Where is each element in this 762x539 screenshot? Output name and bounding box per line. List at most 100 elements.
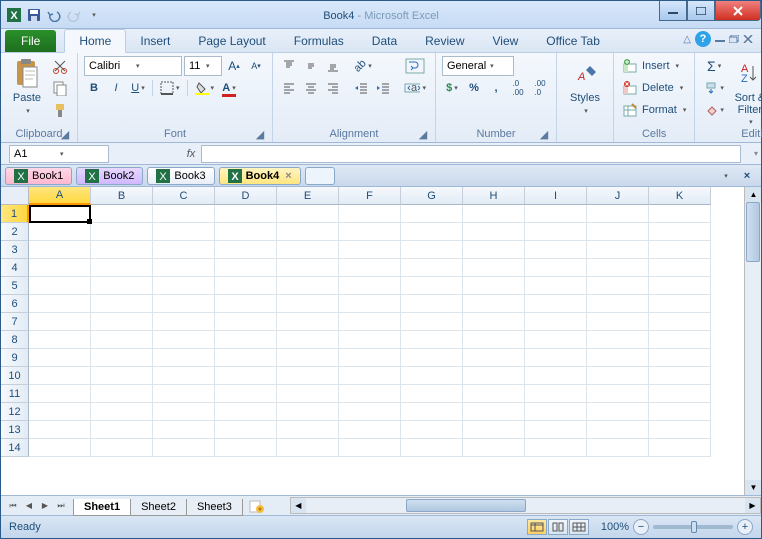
align-middle-button[interactable] [301,56,321,76]
cell[interactable] [91,205,153,223]
cell[interactable] [153,223,215,241]
cell[interactable] [29,349,91,367]
cell[interactable] [339,241,401,259]
cell[interactable] [91,367,153,385]
cell[interactable] [29,385,91,403]
row-header[interactable]: 11 [1,385,29,403]
cell[interactable] [277,385,339,403]
styles-button[interactable]: A Styles▾ [563,56,607,116]
workbook-tab-book3[interactable]: XBook3 [147,167,214,185]
cell[interactable] [153,385,215,403]
cell[interactable] [215,349,277,367]
cell[interactable] [463,223,525,241]
workbook-tab-book2[interactable]: XBook2 [76,167,143,185]
cell[interactable] [153,367,215,385]
cell[interactable] [525,295,587,313]
cell[interactable] [525,259,587,277]
percent-button[interactable]: % [464,78,484,98]
cell[interactable] [339,439,401,457]
cell[interactable] [277,349,339,367]
cell[interactable] [649,295,711,313]
zoom-slider[interactable] [653,525,733,529]
cell[interactable] [29,277,91,295]
cell[interactable] [91,277,153,295]
tab-view[interactable]: View [479,30,533,52]
cell[interactable] [401,313,463,331]
cell[interactable] [401,349,463,367]
cell[interactable] [215,331,277,349]
font-name-combo[interactable]: Calibri▾ [84,56,182,76]
cell[interactable] [277,277,339,295]
delete-cells-button[interactable]: Delete▾ [620,78,688,98]
cell[interactable] [463,259,525,277]
cell[interactable] [525,385,587,403]
cell[interactable] [339,385,401,403]
cell[interactable] [91,259,153,277]
cell[interactable] [401,223,463,241]
cell[interactable] [339,205,401,223]
scroll-right-button[interactable]: ▶ [745,498,760,513]
cell[interactable] [153,349,215,367]
sheet-tab[interactable]: Sheet2 [130,499,187,516]
increase-font-button[interactable]: A▴ [224,56,244,76]
paste-button[interactable]: Paste▾ [7,56,47,116]
tab-file[interactable]: File [5,30,56,52]
column-header[interactable]: C [153,187,215,205]
next-sheet-button[interactable]: ▶ [37,498,53,514]
cell[interactable] [525,223,587,241]
cell[interactable] [153,241,215,259]
cell[interactable] [29,295,91,313]
minimize-ribbon-icon[interactable]: △ [683,34,691,45]
workbook-tab-book1[interactable]: XBook1 [5,167,72,185]
cell[interactable] [649,421,711,439]
undo-icon[interactable] [45,6,63,24]
excel-app-icon[interactable]: X [5,6,23,24]
scroll-up-button[interactable]: ▲ [745,187,761,202]
cell[interactable] [401,259,463,277]
maximize-button[interactable] [687,1,715,21]
help-icon[interactable]: ? [695,31,711,47]
increase-indent-button[interactable] [373,78,393,98]
cell[interactable] [153,259,215,277]
zoom-out-button[interactable]: − [633,519,649,535]
workbook-tab-book4[interactable]: XBook4× [219,167,301,185]
column-header[interactable]: A [29,187,91,205]
cell[interactable] [463,403,525,421]
fill-button[interactable]: ▾ [701,78,727,98]
tab-review[interactable]: Review [411,30,478,52]
cell[interactable] [525,421,587,439]
cell[interactable] [525,205,587,223]
expand-formula-bar[interactable]: ▾ [754,149,758,158]
cell[interactable] [463,241,525,259]
cell[interactable] [525,277,587,295]
cell[interactable] [277,439,339,457]
cell[interactable] [29,205,91,223]
fx-button[interactable]: fx [181,148,201,160]
sort-filter-button[interactable]: AZ Sort & Filter▾ [729,56,762,126]
zoom-label[interactable]: 100% [601,521,629,533]
first-sheet-button[interactable]: ⏮ [5,498,21,514]
number-launcher[interactable]: ◢ [538,128,550,140]
column-header[interactable]: F [339,187,401,205]
cell[interactable] [525,349,587,367]
cell[interactable] [339,295,401,313]
sheet-tab[interactable]: Sheet1 [73,499,131,516]
row-header[interactable]: 1 [1,205,29,223]
tab-insert[interactable]: Insert [126,30,184,52]
column-header[interactable]: K [649,187,711,205]
row-header[interactable]: 10 [1,367,29,385]
underline-button[interactable]: U▾ [128,78,148,98]
cell[interactable] [401,205,463,223]
align-left-button[interactable] [279,78,299,98]
cell[interactable] [153,331,215,349]
workbook-tabs-menu[interactable]: ▾ [715,166,735,186]
cell[interactable] [29,367,91,385]
cell[interactable] [401,277,463,295]
cell[interactable] [525,331,587,349]
cell[interactable] [215,421,277,439]
cell[interactable] [587,367,649,385]
cell[interactable] [277,241,339,259]
bold-button[interactable]: B [84,78,104,98]
cell[interactable] [587,205,649,223]
last-sheet-button[interactable]: ⏭ [53,498,69,514]
